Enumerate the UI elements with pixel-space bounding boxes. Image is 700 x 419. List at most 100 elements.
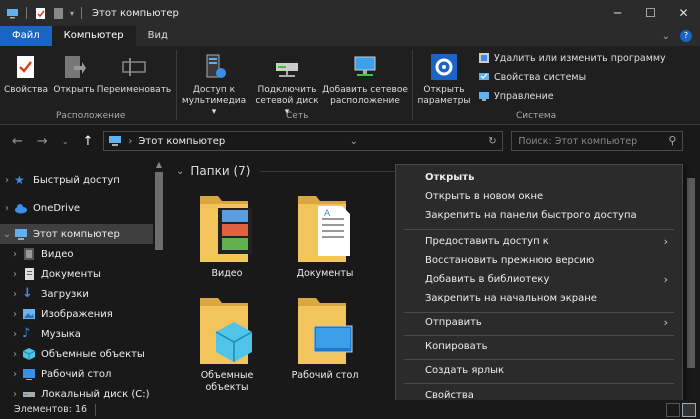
network-location-icon — [354, 56, 376, 76]
properties-icon[interactable] — [34, 7, 47, 20]
cloud-icon — [15, 204, 27, 214]
chevron-down-icon[interactable]: ⌄ — [662, 31, 670, 42]
breadcrumb-chevron-icon[interactable]: › — [128, 136, 132, 147]
rename-button[interactable]: Переименовать — [96, 52, 172, 96]
nav-item-label: Изображения — [41, 308, 113, 320]
expand-chevron-icon[interactable]: › — [8, 289, 22, 300]
folder-documents[interactable]: A Документы — [282, 190, 368, 280]
system-properties-button[interactable]: Свойства системы — [478, 71, 586, 83]
map-network-drive-label: Подключить — [257, 85, 317, 95]
expand-chevron-icon[interactable]: › — [8, 369, 22, 380]
submenu-arrow-icon: › — [663, 316, 668, 329]
video-folder-icon — [200, 196, 252, 262]
recent-locations-button[interactable]: ⌄ — [62, 137, 69, 146]
content-scrollbar[interactable] — [684, 158, 698, 400]
back-button[interactable]: ← — [12, 134, 23, 149]
scrollbar-thumb[interactable] — [155, 172, 163, 250]
new-folder-icon[interactable] — [52, 7, 65, 20]
drive-icon — [23, 392, 35, 397]
tab-file[interactable]: Файл — [0, 26, 52, 46]
documents-folder-icon: A — [298, 196, 350, 262]
nav-item-desktop[interactable]: › Рабочий стол — [8, 364, 153, 384]
scroll-up-icon[interactable]: ▲ — [153, 160, 165, 169]
nav-item-onedrive[interactable]: › OneDrive — [0, 198, 150, 218]
menu-item-open-new-window[interactable]: Открыть в новом окне — [396, 187, 682, 206]
expand-chevron-icon[interactable]: › — [8, 249, 22, 260]
menu-item-pin-start[interactable]: Закрепить на начальном экране — [396, 289, 682, 308]
open-settings-button[interactable]: Открыть параметры — [416, 52, 472, 107]
customize-toolbar-icon[interactable]: ▾ — [70, 9, 74, 18]
breadcrumb[interactable]: Этот компьютер — [138, 136, 225, 147]
search-placeholder: Поиск: Этот компьютер — [518, 135, 638, 147]
nav-item-label: Музыка — [41, 328, 81, 340]
download-icon: ↓ — [22, 286, 33, 301]
menu-item-include-library[interactable]: Добавить в библиотеку › — [396, 270, 682, 289]
menu-item-restore-versions[interactable]: Восстановить прежнюю версию — [396, 251, 682, 270]
menu-item-open[interactable]: Открыть — [396, 168, 682, 187]
collapse-chevron-icon[interactable]: ⌄ — [176, 166, 184, 177]
nav-item-this-pc[interactable]: ⌄ Этот компьютер — [0, 224, 153, 244]
expand-chevron-icon[interactable]: › — [0, 203, 14, 214]
nav-item-music[interactable]: › ♪ Музыка — [8, 324, 153, 344]
close-button[interactable]: ✕ — [667, 0, 700, 26]
properties-button[interactable]: Свойства — [4, 52, 48, 96]
address-bar[interactable]: › Этот компьютер ⌄ ↻ — [103, 131, 504, 151]
video-icon — [24, 248, 34, 260]
folder-video[interactable]: Видео — [184, 190, 270, 280]
folder-label: Документы — [296, 268, 354, 279]
expand-chevron-icon[interactable]: › — [8, 309, 22, 320]
tab-view[interactable]: Вид — [136, 26, 180, 46]
expand-chevron-icon[interactable]: › — [0, 175, 14, 186]
manage-label: Управление — [494, 90, 554, 102]
manage-button[interactable]: Управление — [478, 90, 554, 102]
expand-chevron-icon[interactable]: › — [8, 269, 22, 280]
details-view-button[interactable] — [666, 402, 680, 417]
maximize-button[interactable]: ☐ — [634, 0, 667, 26]
media-access-button[interactable]: Доступ к мультимедиа ▾ — [180, 52, 248, 118]
add-network-location-button[interactable]: Добавить сетевое расположение — [322, 52, 408, 107]
nav-item-documents[interactable]: › Документы — [8, 264, 153, 284]
nav-item-pictures[interactable]: › Изображения — [8, 304, 153, 324]
menu-item-pin-quick-access[interactable]: Закрепить на панели быстрого доступа — [396, 206, 682, 225]
up-button[interactable]: ↑ — [83, 134, 94, 149]
menu-separator — [404, 359, 674, 360]
nav-item-3d-objects[interactable]: › Объемные объекты — [8, 344, 153, 364]
nav-item-quick-access[interactable]: › ★ Быстрый доступ — [0, 170, 150, 190]
menu-item-copy[interactable]: Копировать — [396, 337, 682, 356]
expand-chevron-icon[interactable]: › — [8, 329, 22, 340]
pictures-icon — [23, 309, 35, 319]
scrollbar-thumb[interactable] — [687, 178, 695, 368]
expand-chevron-icon[interactable]: › — [8, 349, 22, 360]
forward-button[interactable]: → — [37, 134, 48, 149]
minimize-button[interactable]: ─ — [601, 0, 634, 26]
expand-chevron-icon[interactable]: › — [8, 389, 22, 400]
folder-desktop[interactable]: Рабочий стол — [282, 292, 368, 382]
map-network-drive-button[interactable]: Подключить сетевой диск ▾ — [252, 52, 322, 118]
uninstall-program-button[interactable]: Удалить или изменить программу — [478, 52, 666, 64]
properties-label: Свойства — [4, 85, 48, 95]
help-icon[interactable]: ? — [680, 30, 692, 42]
refresh-icon[interactable]: ↻ — [482, 136, 502, 147]
menu-item-give-access[interactable]: Предоставить доступ к › — [396, 232, 682, 251]
tab-computer[interactable]: Компьютер — [51, 26, 136, 46]
items-count: Элементов: 16 — [14, 404, 88, 415]
open-button[interactable]: Открыть — [52, 52, 96, 96]
group-label-network: Сеть — [286, 111, 309, 121]
nav-item-local-disk[interactable]: › Локальный диск (C:) — [8, 384, 153, 400]
nav-scrollbar[interactable]: ▲ — [153, 158, 165, 400]
collapse-chevron-icon[interactable]: ⌄ — [0, 229, 14, 240]
programs-icon — [479, 53, 489, 63]
large-icons-view-button[interactable] — [682, 402, 696, 417]
search-box[interactable]: Поиск: Этот компьютер ⚲ — [511, 131, 684, 151]
group-label-system: Система — [516, 111, 557, 121]
folders-group-header[interactable]: ⌄ Папки (7) — [176, 164, 421, 178]
menu-item-send-to[interactable]: Отправить › — [396, 313, 682, 332]
menu-separator — [404, 383, 674, 384]
nav-item-downloads[interactable]: › ↓ Загрузки — [8, 284, 153, 304]
nav-item-label: Локальный диск (C:) — [41, 388, 150, 400]
nav-item-video[interactable]: › Видео — [8, 244, 153, 264]
submenu-arrow-icon: › — [663, 273, 668, 286]
address-dropdown-icon[interactable]: ⌄ — [350, 136, 358, 147]
folder-3d-objects[interactable]: Объемные объекты — [184, 292, 270, 394]
menu-item-create-shortcut[interactable]: Создать ярлык — [396, 361, 682, 380]
